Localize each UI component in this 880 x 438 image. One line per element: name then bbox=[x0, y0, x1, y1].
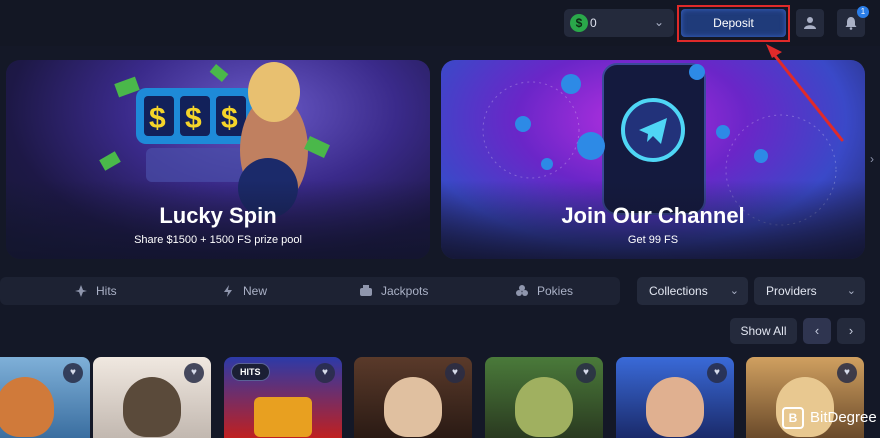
heart-icon[interactable]: ♥ bbox=[184, 363, 204, 383]
pokies-icon bbox=[516, 285, 528, 296]
game-card[interactable]: ♥ bbox=[485, 357, 603, 438]
balance-selector[interactable]: $ 0 ⌄ bbox=[564, 9, 674, 37]
bitdegree-watermark: B BitDegree bbox=[782, 406, 877, 430]
category-tabs: Hits New Jackpots Pokies bbox=[0, 277, 620, 305]
heart-icon[interactable]: ♥ bbox=[445, 363, 465, 383]
chevron-down-icon: ⌄ bbox=[846, 285, 856, 297]
svg-text:$: $ bbox=[185, 102, 202, 135]
hits-icon bbox=[75, 285, 87, 297]
chevron-down-icon: ⌄ bbox=[729, 285, 739, 297]
game-thumbnail bbox=[646, 377, 704, 437]
hits-badge: HITS bbox=[231, 363, 270, 381]
game-card[interactable]: ♥ bbox=[616, 357, 734, 438]
dollar-coin-icon: $ bbox=[570, 14, 588, 32]
game-card[interactable]: ♥ bbox=[0, 357, 90, 438]
game-thumbnail bbox=[515, 377, 573, 437]
balance-amount: 0 bbox=[590, 16, 597, 30]
promo-banner-channel[interactable]: Join Our Channel Get 99 FS bbox=[441, 60, 865, 259]
heart-icon[interactable]: ♥ bbox=[576, 363, 596, 383]
prev-page-button[interactable]: ‹ bbox=[803, 318, 831, 344]
game-card[interactable]: ♥ bbox=[354, 357, 472, 438]
show-all-button[interactable]: Show All bbox=[730, 318, 797, 344]
banner-title: Join Our Channel bbox=[561, 203, 745, 228]
new-icon bbox=[224, 285, 232, 297]
heart-icon[interactable]: ♥ bbox=[63, 363, 83, 383]
providers-label: Providers bbox=[766, 284, 817, 298]
watermark-text: BitDegree bbox=[810, 409, 877, 426]
chevron-right-icon: › bbox=[848, 323, 854, 338]
heart-icon[interactable]: ♥ bbox=[707, 363, 727, 383]
chevron-down-icon: ⌄ bbox=[654, 15, 665, 29]
game-thumbnail bbox=[123, 377, 181, 437]
providers-dropdown[interactable]: Providers ⌄ bbox=[754, 277, 865, 305]
banner-subtitle: Get 99 FS bbox=[627, 234, 679, 246]
game-card[interactable]: HITS ♥ bbox=[224, 357, 342, 438]
tab-label: Pokies bbox=[537, 284, 574, 298]
banner-title: Lucky Spin bbox=[159, 203, 277, 228]
game-thumbnail bbox=[0, 377, 54, 437]
promo-banner-lucky-spin[interactable]: $ $ $ Lucky Spin Share $1500 + 1500 FS p… bbox=[6, 60, 430, 259]
next-page-button[interactable]: › bbox=[837, 318, 865, 344]
game-thumbnail bbox=[384, 377, 442, 437]
svg-text:$: $ bbox=[149, 102, 166, 135]
user-icon bbox=[804, 17, 816, 29]
heart-icon[interactable]: ♥ bbox=[837, 363, 857, 383]
profile-button[interactable] bbox=[796, 9, 824, 37]
banner-subtitle: Share $1500 + 1500 FS prize pool bbox=[134, 234, 302, 246]
heart-icon[interactable]: ♥ bbox=[315, 363, 335, 383]
deposit-button[interactable]: Deposit bbox=[681, 9, 786, 37]
tab-label: Hits bbox=[96, 284, 117, 298]
notification-badge: 1 bbox=[857, 6, 869, 18]
svg-text:$: $ bbox=[221, 102, 238, 135]
chevron-left-icon: ‹ bbox=[814, 323, 820, 338]
jackpots-icon bbox=[360, 285, 372, 296]
bitdegree-logo-icon: B bbox=[782, 407, 804, 429]
bell-icon bbox=[845, 17, 857, 30]
collections-dropdown[interactable]: Collections ⌄ bbox=[637, 277, 748, 305]
tab-label: New bbox=[243, 284, 268, 298]
game-thumbnail bbox=[254, 397, 312, 437]
tab-label: Jackpots bbox=[381, 284, 429, 298]
banner-next-icon[interactable]: › bbox=[870, 152, 874, 166]
game-card[interactable]: ♥ bbox=[93, 357, 211, 438]
collections-label: Collections bbox=[649, 284, 708, 298]
